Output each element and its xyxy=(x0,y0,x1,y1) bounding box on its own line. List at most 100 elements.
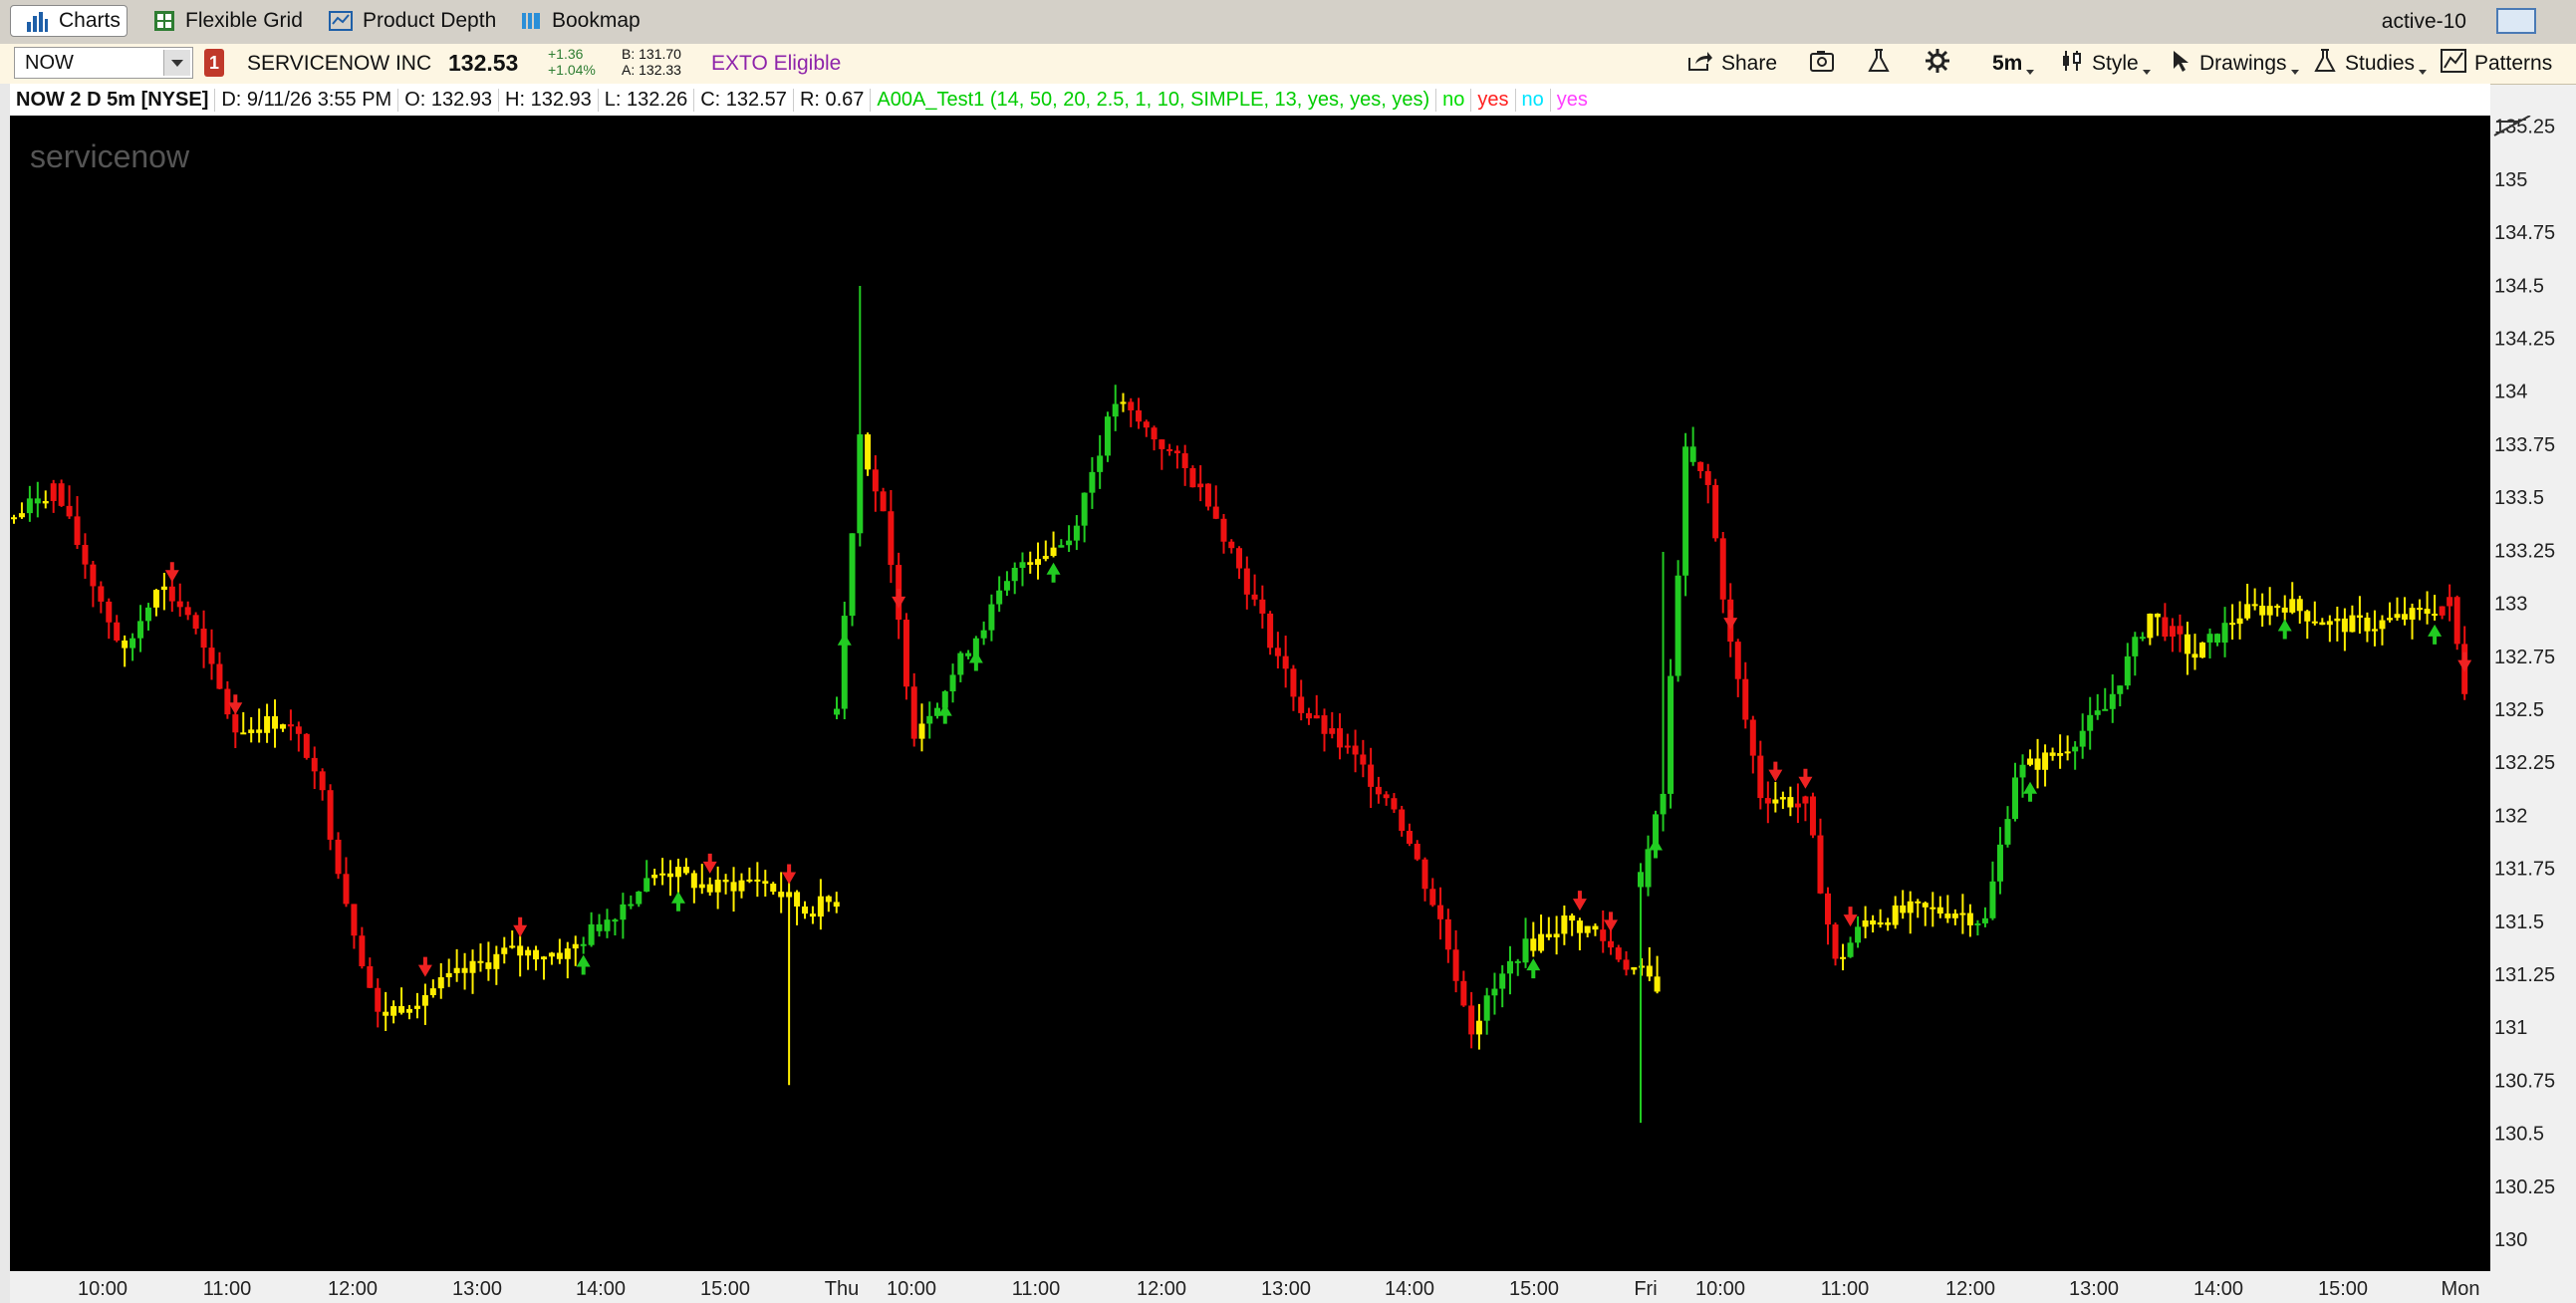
candle-body xyxy=(682,867,689,874)
candle-body xyxy=(1212,506,1219,519)
candle-body xyxy=(367,965,374,988)
drawings-button[interactable]: Drawings xyxy=(2172,48,2299,80)
candle-body xyxy=(849,533,856,617)
change-block: +1.36 +1.04% xyxy=(548,46,596,78)
candle-body xyxy=(762,881,769,885)
candle-body xyxy=(910,686,917,739)
lab-button[interactable] xyxy=(1867,48,1891,80)
candle xyxy=(58,479,65,507)
link-color-box[interactable] xyxy=(2496,8,2536,34)
candle-body xyxy=(335,839,342,875)
candle-body xyxy=(1267,613,1274,649)
share-button[interactable]: Share xyxy=(1687,48,1777,80)
candle-body xyxy=(240,732,247,735)
share-icon xyxy=(1687,50,1713,78)
candle-body xyxy=(1569,915,1576,921)
tab-product-depth[interactable]: Product Depth xyxy=(315,5,510,37)
candle-body xyxy=(1136,409,1143,422)
y-tick-label: 134.75 xyxy=(2494,222,2555,244)
x-tick-label: 10:00 xyxy=(78,1278,128,1300)
candle-body xyxy=(82,545,89,565)
chart-title[interactable]: NOW 2 D 5m [NYSE] xyxy=(10,88,216,112)
active-link-label[interactable]: active-10 xyxy=(2382,10,2466,34)
candle-body xyxy=(2334,618,2341,622)
y-tick-label: 131 xyxy=(2494,1017,2527,1039)
patterns-button[interactable]: Patterns xyxy=(2441,48,2552,80)
candle-body xyxy=(2259,605,2266,616)
settings-button[interactable] xyxy=(1925,48,1950,80)
x-tick-label: 14:00 xyxy=(576,1278,626,1300)
candle-body xyxy=(1406,830,1413,844)
candle-body xyxy=(1506,960,1513,974)
candle-body xyxy=(2251,604,2258,607)
symbol-input[interactable]: NOW xyxy=(14,47,193,79)
tab-bookmap[interactable]: Bookmap xyxy=(506,5,654,37)
net-change: +1.36 xyxy=(548,46,584,62)
studies-button[interactable]: Studies xyxy=(2313,48,2428,80)
study-label[interactable]: A00A_Test1 (14, 50, 20, 2.5, 1, 10, SIMP… xyxy=(871,88,1437,112)
candle-body xyxy=(493,953,500,969)
tab-flexible-grid[interactable]: Flexible Grid xyxy=(139,5,317,37)
tab-label: Bookmap xyxy=(552,9,641,32)
y-tick-label: 131.25 xyxy=(2494,964,2555,986)
tab-charts[interactable]: Charts xyxy=(10,5,128,37)
candle-body xyxy=(359,935,366,966)
timeframe-button[interactable]: 5m xyxy=(1992,48,2035,80)
y-tick-label: 130.25 xyxy=(2494,1176,2555,1198)
candle-body xyxy=(1697,461,1704,471)
alert-badge[interactable]: 1 xyxy=(204,49,224,77)
candle-body xyxy=(540,956,547,960)
x-tick-label: 13:00 xyxy=(2069,1278,2119,1300)
candle-body xyxy=(319,771,326,791)
candle-body xyxy=(1674,575,1681,676)
candle-body xyxy=(1290,668,1297,697)
watermark-logo: servicenow xyxy=(30,138,190,174)
candle-body xyxy=(1734,642,1741,679)
exto-eligible-label[interactable]: EXTO Eligible xyxy=(711,52,841,76)
candle-body xyxy=(413,1005,420,1009)
chart-info-bar: NOW 2 D 5m [NYSE] D: 9/11/26 3:55 PM O: … xyxy=(10,84,2490,117)
candle-body xyxy=(1639,965,1646,968)
candle-body xyxy=(216,663,223,689)
candle-body xyxy=(1514,960,1521,963)
candle-body xyxy=(1779,797,1786,800)
candle xyxy=(1189,465,1196,488)
candle-body xyxy=(453,967,460,973)
bar-close: C: 132.57 xyxy=(694,88,794,112)
y-tick-label: 130.75 xyxy=(2494,1070,2555,1092)
y-tick-label: 133.75 xyxy=(2494,434,2555,456)
ask-price: A: 132.33 xyxy=(622,62,681,78)
candle-body xyxy=(1414,843,1420,860)
candle-body xyxy=(636,891,643,905)
candle-body xyxy=(857,434,864,534)
symbol-dropdown-button[interactable] xyxy=(163,50,190,76)
x-tick-label: Fri xyxy=(1634,1278,1657,1300)
candle-body xyxy=(1143,421,1150,428)
y-tick-label: 134.5 xyxy=(2494,275,2544,297)
candle-body xyxy=(651,874,658,879)
candle-body xyxy=(1483,995,1490,1021)
x-tick-label: 11:00 xyxy=(1821,1278,1870,1300)
candle-body xyxy=(1437,905,1444,919)
style-button[interactable]: Style xyxy=(2060,48,2151,80)
candle-body xyxy=(1809,796,1816,836)
chevron-down-icon xyxy=(2419,69,2428,75)
candle-body xyxy=(2424,609,2431,615)
candle-body xyxy=(176,601,183,608)
candle-body xyxy=(1104,416,1111,456)
candle-body xyxy=(461,967,468,973)
tab-label: Charts xyxy=(59,9,121,32)
candle-body xyxy=(746,879,753,882)
candle-body xyxy=(144,607,151,622)
snapshot-button[interactable] xyxy=(1809,48,1837,80)
candle-body xyxy=(730,882,737,892)
x-tick-label: 12:00 xyxy=(1945,1278,1995,1300)
candle-body xyxy=(1204,483,1211,507)
price-chart[interactable]: servicenow 135.25135134.75134.5134.25134… xyxy=(0,116,2576,1303)
candle-body xyxy=(1787,797,1794,808)
candle-body xyxy=(1421,859,1428,890)
candle-body xyxy=(343,874,350,905)
candle-body xyxy=(2304,611,2311,622)
candle-body xyxy=(2274,606,2281,609)
candle-body xyxy=(256,729,263,733)
